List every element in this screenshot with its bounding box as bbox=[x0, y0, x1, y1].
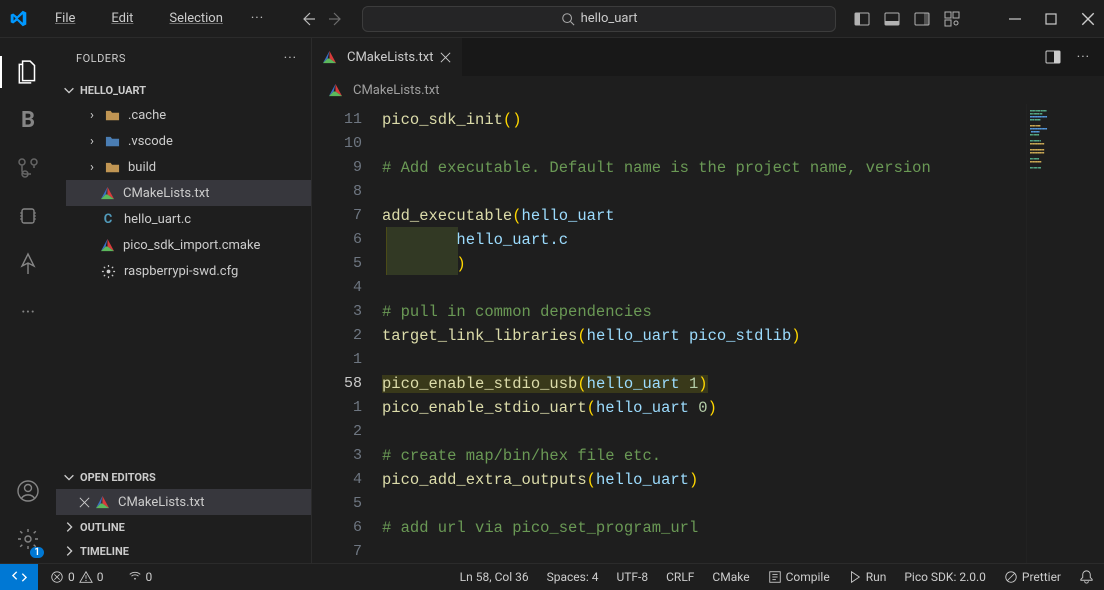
editor-more-icon[interactable]: ··· bbox=[1077, 50, 1090, 65]
menu-edit[interactable]: Edit bbox=[95, 7, 149, 30]
chevron-right-icon: › bbox=[84, 108, 100, 123]
chevron-down-icon bbox=[62, 83, 76, 97]
file-cmakelists[interactable]: CMakeLists.txt bbox=[66, 180, 311, 206]
chevron-down-icon bbox=[62, 470, 76, 484]
file-raspberry-cfg[interactable]: raspberrypi-swd.cfg bbox=[66, 258, 311, 284]
folder-build[interactable]: › build bbox=[66, 154, 311, 180]
folder-cache[interactable]: › .cache bbox=[66, 102, 311, 128]
status-encoding[interactable]: UTF-8 bbox=[616, 570, 648, 584]
titlebar: File Edit Selection ··· hello_uart bbox=[0, 0, 1104, 38]
status-run[interactable]: Run bbox=[848, 570, 887, 584]
close-icon[interactable] bbox=[78, 496, 91, 509]
file-tree: › .cache › .vscode › build CMakeLists.tx… bbox=[56, 102, 311, 284]
cmake-icon bbox=[95, 495, 110, 510]
nav-forward-icon[interactable] bbox=[328, 11, 344, 27]
close-tab-icon[interactable] bbox=[439, 51, 452, 64]
compile-icon bbox=[768, 570, 782, 584]
statusbar: 0 0 0 Ln 58, Col 36 Spaces: 4 UTF-8 CRLF… bbox=[0, 563, 1104, 589]
status-spaces[interactable]: Spaces: 4 bbox=[547, 570, 599, 584]
chevron-right-icon: › bbox=[84, 160, 100, 175]
status-eol[interactable]: CRLF bbox=[666, 570, 694, 584]
error-icon bbox=[50, 570, 64, 584]
folder-vscode[interactable]: › .vscode bbox=[66, 128, 311, 154]
file-pico-import[interactable]: pico_sdk_import.cmake bbox=[66, 232, 311, 258]
open-editors-section[interactable]: OPEN EDITORS bbox=[56, 465, 311, 489]
activity-source-control[interactable] bbox=[0, 144, 56, 192]
chevron-right-icon bbox=[62, 520, 76, 534]
radio-icon bbox=[128, 570, 142, 584]
nav-arrows bbox=[300, 11, 344, 27]
breadcrumb[interactable]: CMakeLists.txt bbox=[312, 76, 1104, 104]
timeline-section[interactable]: TIMELINE bbox=[56, 539, 311, 563]
folder-icon bbox=[104, 133, 120, 149]
open-editor-item[interactable]: CMakeLists.txt bbox=[56, 489, 311, 515]
folder-icon bbox=[104, 159, 120, 175]
cmake-icon bbox=[100, 238, 115, 253]
activity-bold[interactable]: B bbox=[0, 96, 56, 144]
status-sdk[interactable]: Pico SDK: 2.0.0 bbox=[904, 570, 986, 584]
layout-sidebar-right-icon[interactable] bbox=[914, 11, 930, 27]
menubar: File Edit Selection ··· bbox=[39, 7, 272, 30]
search-text: hello_uart bbox=[581, 11, 638, 26]
activity-more[interactable]: ··· bbox=[0, 288, 56, 336]
tab-cmakelists[interactable]: CMakeLists.txt bbox=[312, 38, 463, 76]
gear-icon bbox=[100, 263, 116, 279]
status-compile[interactable]: Compile bbox=[768, 570, 830, 584]
sidebar-header: FOLDERS ··· bbox=[56, 38, 311, 78]
activity-explorer[interactable] bbox=[0, 48, 56, 96]
chevron-right-icon bbox=[62, 544, 76, 558]
menu-more[interactable]: ··· bbox=[243, 7, 272, 30]
sidebar-title: FOLDERS bbox=[76, 52, 126, 65]
layout-panel-icon[interactable] bbox=[884, 11, 900, 27]
settings-badge: 1 bbox=[30, 547, 44, 558]
c-file-icon: C bbox=[100, 211, 116, 227]
menu-selection[interactable]: Selection bbox=[153, 7, 238, 30]
bell-icon bbox=[1079, 569, 1094, 584]
remote-button[interactable] bbox=[0, 564, 38, 590]
command-center[interactable]: hello_uart bbox=[362, 6, 836, 32]
editor-body[interactable]: 1110987654321581234567 pico_sdk_init() #… bbox=[312, 104, 1104, 563]
status-problems[interactable]: 0 0 bbox=[50, 570, 104, 584]
status-ports[interactable]: 0 bbox=[128, 570, 153, 584]
menu-file[interactable]: File bbox=[39, 7, 91, 30]
sidebar-more-icon[interactable]: ··· bbox=[284, 51, 297, 66]
maximize-icon[interactable] bbox=[1044, 12, 1058, 26]
outline-section[interactable]: OUTLINE bbox=[56, 515, 311, 539]
activity-chip[interactable] bbox=[0, 192, 56, 240]
activity-compass[interactable] bbox=[0, 240, 56, 288]
cmake-icon bbox=[328, 83, 343, 98]
file-hello-c[interactable]: C hello_uart.c bbox=[66, 206, 311, 232]
status-lncol[interactable]: Ln 58, Col 36 bbox=[460, 570, 529, 584]
layout-sidebar-left-icon[interactable] bbox=[854, 11, 870, 27]
editor-area: CMakeLists.txt ··· CMakeLists.txt 111098… bbox=[312, 38, 1104, 563]
sidebar: FOLDERS ··· HELLO_UART › .cache › .vscod… bbox=[56, 38, 312, 563]
status-lang[interactable]: CMake bbox=[712, 570, 749, 584]
nav-back-icon[interactable] bbox=[300, 11, 316, 27]
status-prettier[interactable]: Prettier bbox=[1004, 570, 1061, 584]
warning-icon bbox=[79, 570, 93, 584]
minimap[interactable]: ████ ███ ██████ ████ █████████████████ █… bbox=[1026, 104, 1104, 563]
chevron-right-icon: › bbox=[84, 134, 100, 149]
play-icon bbox=[848, 570, 862, 584]
cmake-icon bbox=[100, 186, 115, 201]
status-bell[interactable] bbox=[1079, 569, 1094, 584]
line-gutter: 1110987654321581234567 bbox=[312, 104, 382, 563]
body-area: B ··· 1 FOLDERS ··· HELLO_UART bbox=[0, 38, 1104, 563]
activity-settings[interactable]: 1 bbox=[0, 515, 56, 563]
customize-layout-icon[interactable] bbox=[944, 11, 960, 27]
split-editor-icon[interactable] bbox=[1045, 49, 1061, 65]
cmake-icon bbox=[322, 50, 337, 65]
minimize-icon[interactable] bbox=[1008, 12, 1022, 26]
prettier-ban-icon bbox=[1004, 570, 1018, 584]
code-content[interactable]: pico_sdk_init() # Add executable. Defaul… bbox=[382, 104, 1026, 563]
folder-icon bbox=[104, 107, 120, 123]
vscode-logo-icon bbox=[10, 10, 27, 27]
folder-root[interactable]: HELLO_UART bbox=[56, 78, 311, 102]
activity-bar: B ··· 1 bbox=[0, 38, 56, 563]
close-icon[interactable] bbox=[1080, 11, 1096, 27]
activity-account[interactable] bbox=[0, 467, 56, 515]
search-icon bbox=[561, 12, 575, 26]
tabs-row: CMakeLists.txt ··· bbox=[312, 38, 1104, 76]
